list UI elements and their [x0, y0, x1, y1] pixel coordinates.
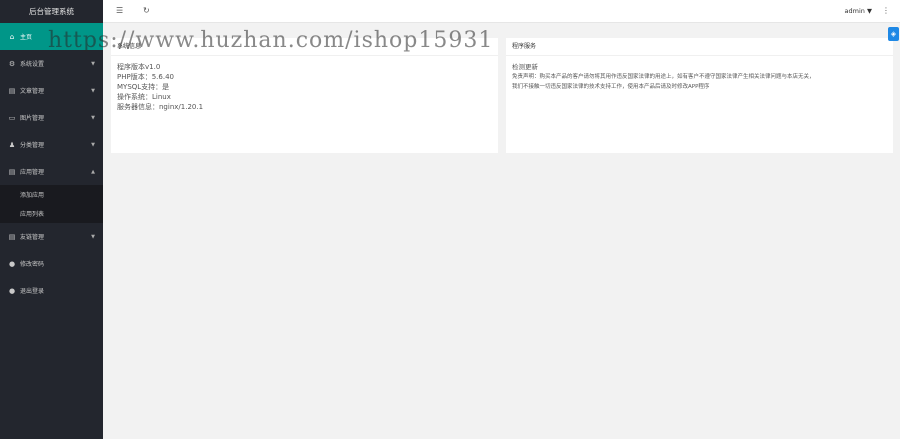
logout-icon: ●	[8, 286, 16, 295]
program-service-card: 程序服务 检测更新 免责声明：购买本产品的客户请勿将其用作违反国家法律的用途上，…	[506, 38, 893, 153]
home-icon: ⌂	[9, 32, 15, 41]
document-icon: ▤	[8, 86, 16, 95]
chevron-down-icon: ▼	[91, 233, 95, 240]
sidebar-item-label: 友链管理	[20, 234, 45, 241]
check-update-link[interactable]: 检测更新	[512, 62, 887, 72]
chevron-down-icon: ▼	[91, 60, 95, 67]
sidebar-item-articles[interactable]: ▤ 文章管理 ▼	[0, 77, 103, 104]
user-menu[interactable]: admin ▼	[845, 7, 872, 15]
php-version: PHP版本：5.6.40	[117, 73, 174, 81]
sidebar-item-label: 文章管理	[20, 88, 45, 95]
submenu-item-add-app[interactable]: 添加应用	[0, 185, 103, 204]
sidebar-item-label: 图片管理	[20, 115, 45, 122]
app-title: 后台管理系统	[0, 0, 103, 23]
mysql-support: MYSQL支持：是	[117, 83, 170, 91]
submenu-item-app-list[interactable]: 应用列表	[0, 204, 103, 223]
refresh-icon[interactable]: ↻	[143, 6, 150, 15]
watermark-text: https://www.huzhan.com/ishop15931	[48, 28, 494, 53]
sidebar-item-categories[interactable]: ♟ 分类管理 ▼	[0, 131, 103, 158]
sidebar-item-label: 分类管理	[20, 142, 45, 149]
more-icon[interactable]: ⋮	[882, 6, 890, 15]
image-icon: ▭	[8, 113, 16, 122]
sidebar-item-system-settings[interactable]: ⚙ 系统设置 ▼	[0, 50, 103, 77]
disclaimer-line-1: 免责声明：购买本产品的客户请勿将其用作违反国家法律的用途上，如有客户不遵守国家法…	[512, 74, 815, 80]
os-info: 操作系统：Linux	[117, 93, 171, 101]
sidebar-item-images[interactable]: ▭ 图片管理 ▼	[0, 104, 103, 131]
sidebar-item-label: 系统设置	[20, 61, 45, 68]
system-info-card: 系统信息 程序版本v1.0 PHP版本：5.6.40 MYSQL支持：是 操作系…	[111, 38, 498, 153]
server-info: 服务器信息：nginx/1.20.1	[117, 103, 204, 111]
sidebar-item-label: 修改密码	[20, 261, 45, 268]
menu-toggle-icon[interactable]: ☰	[116, 6, 123, 15]
gear-icon: ⚙	[8, 59, 16, 68]
disclaimer-line-2: 我们不接触一切违反国家法律的技术支持工作，使用本产品后请及时修改APP程序	[512, 84, 710, 90]
sidebar-item-change-password[interactable]: ● 修改密码	[0, 250, 103, 277]
program-service-title: 程序服务	[506, 38, 893, 56]
sidebar-item-logout[interactable]: ● 退出登录	[0, 277, 103, 304]
sidebar-item-label: 主页	[20, 34, 33, 41]
sidebar-item-label: 退出登录	[20, 288, 45, 295]
top-header: ☰ ↻ admin ▼ ⋮	[103, 0, 900, 23]
chevron-down-icon: ▼	[91, 114, 95, 121]
link-icon: ▤	[8, 232, 16, 241]
users-icon: ♟	[8, 140, 16, 149]
sidebar-item-links[interactable]: ▤ 友链管理 ▼	[0, 223, 103, 250]
chevron-up-icon: ▲	[91, 168, 95, 175]
key-icon: ●	[8, 259, 16, 268]
sidebar: 后台管理系统 ⌂ 主页 ⚙ 系统设置 ▼ ▤ 文章管理 ▼ ▭ 图片管理 ▼ ♟…	[0, 0, 103, 439]
chevron-down-icon: ▼	[91, 87, 95, 94]
apps-submenu: 添加应用 应用列表	[0, 185, 103, 223]
chevron-down-icon: ▼	[91, 141, 95, 148]
program-version: 程序版本v1.0	[117, 63, 161, 71]
username: admin	[844, 7, 865, 15]
sidebar-item-apps[interactable]: ▤ 应用管理 ▲	[0, 158, 103, 185]
caret-down-icon: ▼	[867, 7, 872, 15]
floating-assistant-icon[interactable]: ◈	[888, 27, 899, 41]
sidebar-item-label: 应用管理	[20, 169, 45, 176]
app-icon: ▤	[8, 167, 16, 176]
